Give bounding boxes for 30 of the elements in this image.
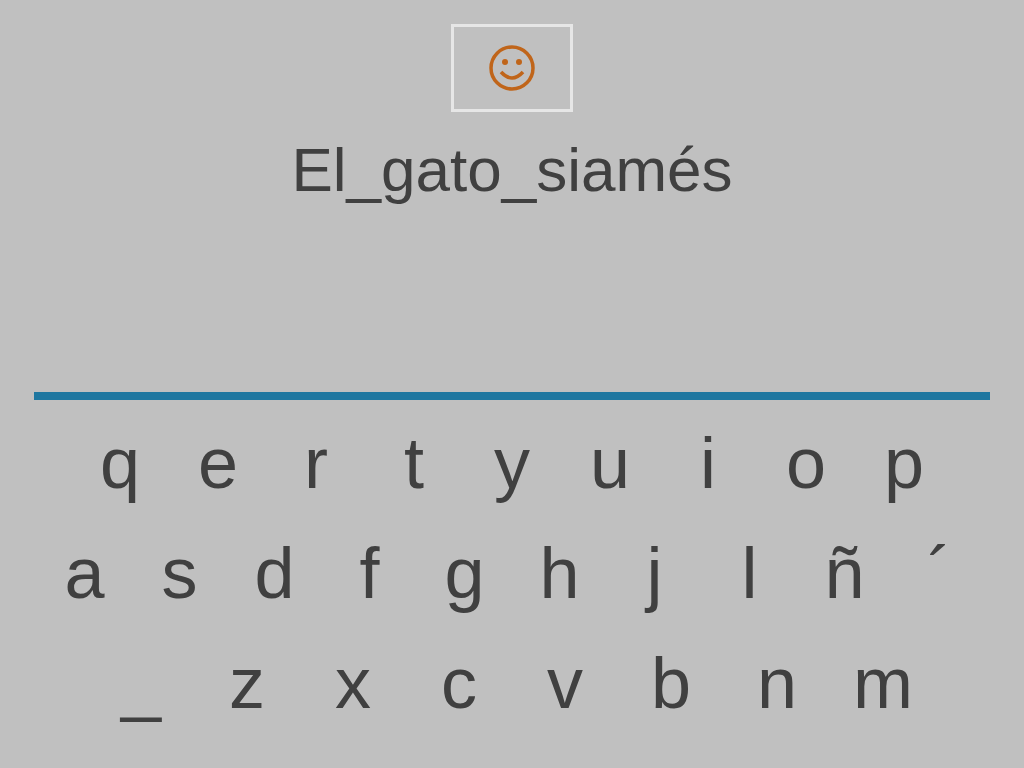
smiley-button[interactable] [451, 24, 573, 112]
smiley-icon [488, 44, 536, 92]
letter-key[interactable]: g [417, 528, 512, 618]
letter-key[interactable]: b [618, 638, 724, 728]
letter-key[interactable]: m [830, 638, 936, 728]
letter-key[interactable]: z [194, 638, 300, 728]
letter-key[interactable]: p [855, 418, 953, 508]
letter-key[interactable]: o [757, 418, 855, 508]
letter-key[interactable]: t [365, 418, 463, 508]
letter-key[interactable]: a [37, 528, 132, 618]
letter-key[interactable]: n [724, 638, 830, 728]
letter-key[interactable]: ñ [797, 528, 892, 618]
letter-key[interactable]: d [227, 528, 322, 618]
letter-key[interactable]: l [702, 528, 797, 618]
letter-key[interactable]: y [463, 418, 561, 508]
letter-key[interactable]: c [406, 638, 512, 728]
letter-key[interactable]: _ [88, 638, 194, 728]
letter-key[interactable]: f [322, 528, 417, 618]
letter-key[interactable]: s [132, 528, 227, 618]
letter-key[interactable]: h [512, 528, 607, 618]
letter-key[interactable]: i [659, 418, 757, 508]
letter-key[interactable]: v [512, 638, 618, 728]
letter-key[interactable]: u [561, 418, 659, 508]
letter-key[interactable]: r [267, 418, 365, 508]
letter-key[interactable]: j [607, 528, 702, 618]
letter-key[interactable]: e [169, 418, 267, 508]
letter-key[interactable]: x [300, 638, 406, 728]
letter-key[interactable]: ´ [892, 528, 987, 618]
letter-key[interactable]: q [71, 418, 169, 508]
phrase-text: El_gato_siamés [291, 134, 733, 206]
